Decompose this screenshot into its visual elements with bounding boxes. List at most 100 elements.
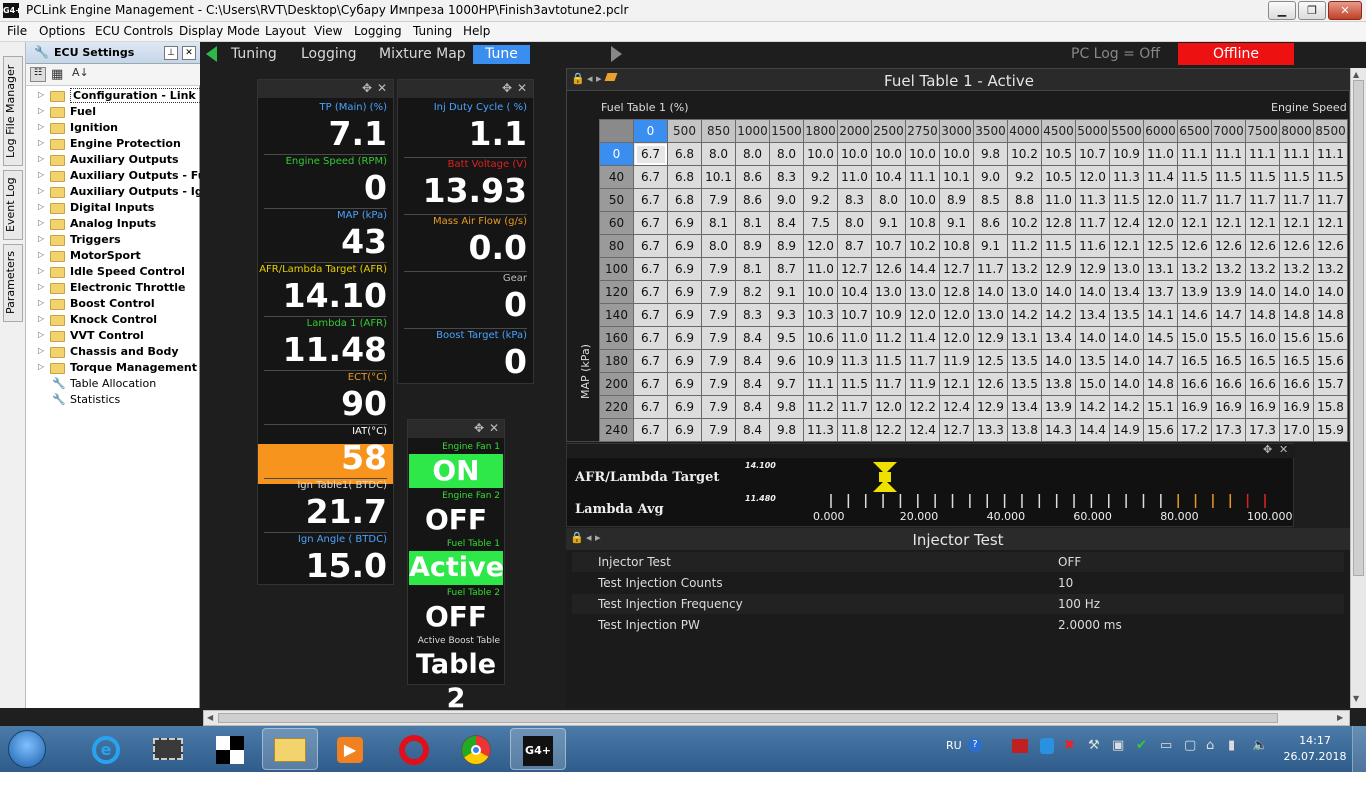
table-cell[interactable]: 9.0 — [973, 165, 1008, 189]
map-header[interactable]: 160 — [599, 326, 634, 350]
tray-volume-icon[interactable]: 🔈 — [1252, 738, 1268, 753]
menu-tuning[interactable]: Tuning — [413, 24, 452, 38]
table-cell[interactable]: 13.9 — [1211, 280, 1246, 304]
table-cell[interactable]: 13.2 — [1313, 257, 1348, 281]
table-cell[interactable]: 16.9 — [1279, 395, 1314, 419]
tab-prev-icon[interactable] — [206, 46, 217, 62]
tab-log-file-manager[interactable]: Log File Manager — [3, 56, 23, 166]
expand-arrow-icon[interactable]: ▷ — [38, 154, 44, 163]
table-cell[interactable]: 12.6 — [1279, 234, 1314, 258]
table-cell[interactable]: 14.0 — [1041, 349, 1076, 373]
table-cell[interactable]: 6.9 — [667, 234, 702, 258]
table-cell[interactable]: 11.8 — [837, 418, 872, 442]
clock-time[interactable]: 14:17 — [1290, 734, 1340, 747]
connection-status-badge[interactable]: Offline — [1178, 43, 1294, 65]
injector-row-value[interactable]: 2.0000 ms — [1058, 618, 1122, 632]
categorized-icon[interactable]: ☷ — [30, 67, 46, 82]
expand-arrow-icon[interactable]: ▷ — [38, 346, 44, 355]
ie-icon[interactable]: e — [78, 728, 134, 770]
table-cell[interactable]: 11.5 — [1041, 234, 1076, 258]
table-cell[interactable]: 6.8 — [667, 165, 702, 189]
table-cell[interactable]: 12.5 — [973, 349, 1008, 373]
table-cell[interactable]: 12.1 — [1313, 211, 1348, 235]
table-cell[interactable]: 13.0 — [1007, 280, 1042, 304]
table-cell[interactable]: 11.7 — [871, 372, 906, 396]
table-cell[interactable]: 10.8 — [905, 211, 940, 235]
tree-item[interactable]: ▷ Auxiliary Outputs - Fuel — [26, 168, 217, 184]
table-cell[interactable]: 12.9 — [1041, 257, 1076, 281]
table-cell[interactable]: 7.9 — [701, 372, 736, 396]
table-cell[interactable]: 14.4 — [1075, 418, 1110, 442]
table-cell[interactable]: 15.6 — [1313, 349, 1348, 373]
table-cell[interactable]: 6.9 — [667, 257, 702, 281]
table-cell[interactable]: 11.0 — [1041, 188, 1076, 212]
language-indicator[interactable]: RU — [946, 739, 962, 752]
table-cell[interactable]: 11.7 — [1177, 188, 1212, 212]
table-cell[interactable]: 13.1 — [1143, 257, 1178, 281]
table-cell[interactable]: 8.0 — [837, 211, 872, 235]
table-cell[interactable]: 10.9 — [871, 303, 906, 327]
table-cell[interactable]: 16.0 — [1245, 326, 1280, 350]
table-cell[interactable]: 8.9 — [769, 234, 804, 258]
table-cell[interactable]: 13.0 — [1109, 257, 1144, 281]
table-cell[interactable]: 17.0 — [1279, 418, 1314, 442]
table-cell[interactable]: 10.5 — [1041, 142, 1076, 166]
table-cell[interactable]: 13.0 — [871, 280, 906, 304]
table-cell[interactable]: 6.9 — [667, 418, 702, 442]
table-cell[interactable]: 11.1 — [1245, 142, 1280, 166]
table-cell[interactable]: 9.8 — [769, 418, 804, 442]
table-cell[interactable]: 6.9 — [667, 349, 702, 373]
map-header[interactable]: 140 — [599, 303, 634, 327]
move-icon[interactable]: ✥ — [502, 81, 512, 95]
table-cell[interactable]: 7.9 — [701, 326, 736, 350]
table-cell[interactable]: 12.8 — [939, 280, 974, 304]
expand-arrow-icon[interactable]: ▷ — [38, 90, 44, 99]
scroll-right-icon[interactable]: ▶ — [1337, 713, 1343, 722]
table-cell[interactable]: 10.7 — [1075, 142, 1110, 166]
scrollbar-thumb[interactable] — [218, 713, 1278, 723]
table-cell[interactable]: 8.0 — [871, 188, 906, 212]
table-cell[interactable]: 10.0 — [939, 142, 974, 166]
tree-item[interactable]: ▷ Chassis and Body — [26, 344, 200, 360]
table-cell[interactable]: 9.2 — [1007, 165, 1042, 189]
tray-app-icon[interactable] — [1012, 739, 1028, 753]
menu-layout[interactable]: Layout — [265, 24, 306, 38]
scroll-left-icon[interactable]: ◀ — [207, 713, 213, 722]
rpm-header[interactable]: 3500 — [973, 119, 1008, 143]
table-cell[interactable]: 12.0 — [871, 395, 906, 419]
menu-logging[interactable]: Logging — [354, 24, 402, 38]
table-cell[interactable]: 13.2 — [1007, 257, 1042, 281]
table-cell[interactable]: 13.8 — [1007, 418, 1042, 442]
table-cell[interactable]: 6.9 — [667, 395, 702, 419]
table-cell[interactable]: 9.5 — [769, 326, 804, 350]
table-cell[interactable]: 6.7 — [633, 280, 668, 304]
table-cell[interactable]: 11.5 — [1211, 165, 1246, 189]
table-cell[interactable]: 12.6 — [1211, 234, 1246, 258]
table-cell[interactable]: 12.6 — [1177, 234, 1212, 258]
rpm-header[interactable]: 7000 — [1211, 119, 1246, 143]
table-cell[interactable]: 13.4 — [1007, 395, 1042, 419]
table-cell[interactable]: 12.9 — [973, 395, 1008, 419]
table-cell[interactable]: 6.8 — [667, 188, 702, 212]
table-cell[interactable]: 11.7 — [837, 395, 872, 419]
tree-item[interactable]: ▷ Ignition — [26, 120, 200, 136]
tree-item[interactable]: ▷ Auxiliary Outputs - Ign — [26, 184, 211, 200]
injector-row[interactable]: Test Injection Counts 10 — [572, 573, 1344, 593]
tree-item[interactable]: ▷ Configuration - Link defa — [26, 88, 231, 104]
table-cell[interactable]: 11.5 — [837, 372, 872, 396]
table-cell[interactable]: 7.9 — [701, 349, 736, 373]
table-cell[interactable]: 6.7 — [633, 349, 668, 373]
move-icon[interactable]: ✥ — [362, 81, 372, 95]
table-cell[interactable]: 10.9 — [1109, 142, 1144, 166]
table-cell[interactable]: 10.4 — [837, 280, 872, 304]
map-header[interactable]: 120 — [599, 280, 634, 304]
table-cell[interactable]: 11.0 — [837, 165, 872, 189]
expand-arrow-icon[interactable]: ▷ — [38, 314, 44, 323]
rpm-header[interactable]: 4500 — [1041, 119, 1076, 143]
table-cell[interactable]: 11.0 — [1143, 142, 1178, 166]
table-cell[interactable]: 11.3 — [837, 349, 872, 373]
table-cell[interactable]: 8.6 — [735, 188, 770, 212]
table-cell[interactable]: 14.3 — [1041, 418, 1076, 442]
table-cell[interactable]: 11.3 — [1075, 188, 1110, 212]
table-cell[interactable]: 13.3 — [973, 418, 1008, 442]
